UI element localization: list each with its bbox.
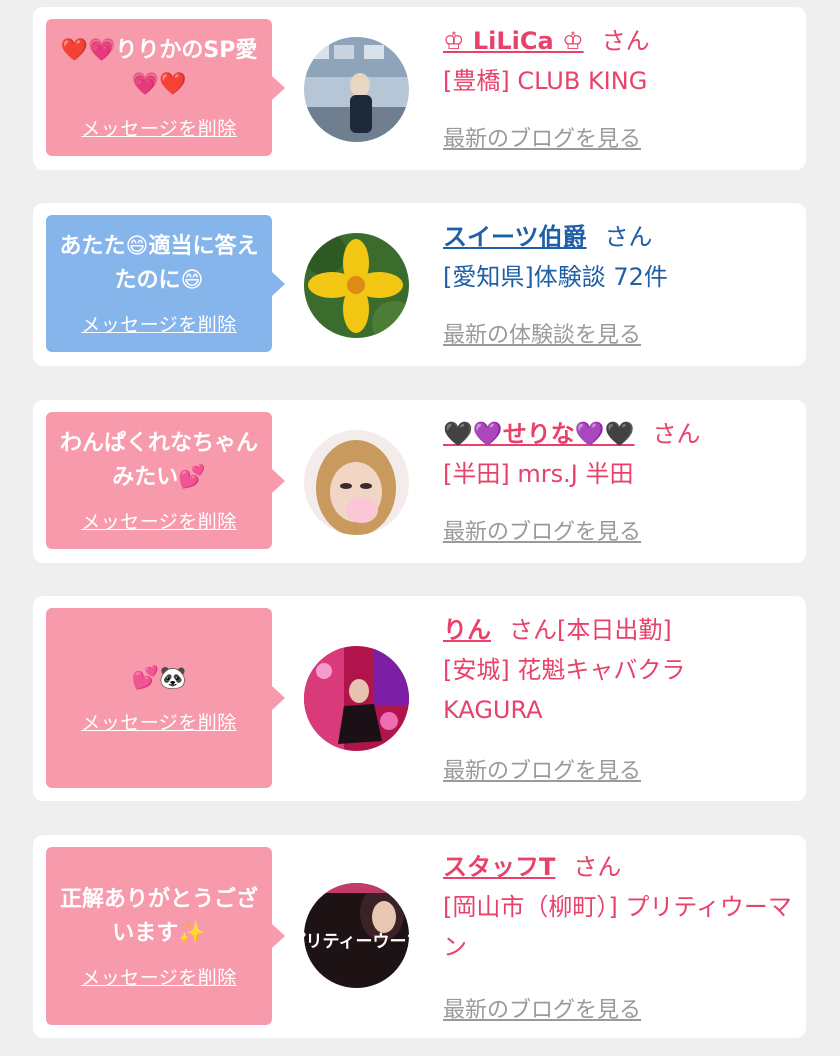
- message-list: ❤️💗りりかのSP愛💗❤️ メッセージを削除 ♔ LiLiCa ♔ さん [豊橋]…: [0, 0, 840, 1056]
- shop-label: [安城] 花魁キャバクラKAGURA: [443, 656, 686, 724]
- latest-blog-link[interactable]: 最新のブログを見る: [443, 753, 641, 785]
- sender-name-link[interactable]: 🖤💜せりな💜🖤: [443, 420, 635, 448]
- avatar[interactable]: [304, 233, 409, 338]
- list-item: あたた😄適当に答えたのに😄 メッセージを削除 スイーツ伯爵 さん [愛知県]体験…: [33, 203, 806, 366]
- sender-info: 🖤💜せりな💜🖤 さん [半田] mrs.J 半田 最新のブログを見る: [443, 414, 798, 554]
- shop-label: [半田] mrs.J 半田: [443, 460, 634, 488]
- avatar-photo: プリティーウーマ: [304, 883, 409, 988]
- avatar-photo: [304, 646, 409, 751]
- sender-info: ♔ LiLiCa ♔ さん [豊橋] CLUB KING 最新のブログを見る: [443, 21, 798, 161]
- message-text: 正解ありがとうございます✨: [59, 886, 258, 946]
- sender-info: りん さん[本日出勤] [安城] 花魁キャバクラKAGURA 最新のブログを見る: [443, 610, 798, 790]
- sender-name-link[interactable]: スタッフT: [443, 853, 555, 881]
- latest-blog-link[interactable]: 最新のブログを見る: [443, 514, 641, 546]
- sender-info: スタッフT さん [岡山市（柳町）] プリティウーマン 最新のブログを見る: [443, 847, 798, 1027]
- latest-review-link[interactable]: 最新の体験談を見る: [443, 317, 641, 349]
- message-text: わんぱくれなちゃんみたい💕: [59, 431, 258, 490]
- honorific: さん: [601, 27, 650, 55]
- avatar-photo: [304, 233, 409, 338]
- message-bubble: 正解ありがとうございます✨ メッセージを削除: [46, 847, 285, 1025]
- delete-message-link[interactable]: メッセージを削除: [81, 310, 237, 337]
- delete-message-link[interactable]: メッセージを削除: [81, 114, 237, 141]
- delete-message-link[interactable]: メッセージを削除: [81, 507, 237, 534]
- sender-name-link[interactable]: スイーツ伯爵: [443, 223, 587, 251]
- list-item: ❤️💗りりかのSP愛💗❤️ メッセージを削除 ♔ LiLiCa ♔ さん [豊橋]…: [33, 7, 806, 170]
- honorific: さん: [652, 420, 701, 448]
- avatar[interactable]: プリティーウーマ: [304, 883, 409, 988]
- status-badge: [本日出勤]: [557, 616, 672, 644]
- sender-name-link[interactable]: りん: [443, 616, 491, 644]
- message-text: 💕🐼: [131, 665, 187, 691]
- list-item: 正解ありがとうございます✨ メッセージを削除 プリティーウーマ スタッフT さん …: [33, 835, 806, 1038]
- delete-message-link[interactable]: メッセージを削除: [81, 963, 237, 990]
- sender-info: スイーツ伯爵 さん [愛知県]体験談 72件 最新の体験談を見る: [443, 217, 798, 357]
- avatar[interactable]: [304, 430, 409, 535]
- shop-label: [愛知県]体験談 72件: [443, 263, 668, 291]
- list-item: わんぱくれなちゃんみたい💕 メッセージを削除 🖤💜せりな💜🖤 さん [半田] mr…: [33, 400, 806, 563]
- latest-blog-link[interactable]: 最新のブログを見る: [443, 121, 641, 153]
- delete-message-link[interactable]: メッセージを削除: [81, 708, 237, 735]
- honorific: さん: [509, 616, 557, 644]
- shop-label: [岡山市（柳町）] プリティウーマン: [443, 893, 792, 961]
- sender-name-link[interactable]: ♔ LiLiCa ♔: [443, 27, 584, 55]
- message-bubble: 💕🐼 メッセージを削除: [46, 608, 285, 788]
- honorific: さん: [573, 853, 622, 881]
- avatar-logo-text: プリティーウーマ: [304, 931, 409, 952]
- avatar[interactable]: [304, 37, 409, 142]
- avatar-photo: [304, 37, 409, 142]
- avatar[interactable]: [304, 646, 409, 751]
- message-bubble: わんぱくれなちゃんみたい💕 メッセージを削除: [46, 412, 285, 549]
- latest-blog-link[interactable]: 最新のブログを見る: [443, 992, 641, 1024]
- message-bubble: あたた😄適当に答えたのに😄 メッセージを削除: [46, 215, 285, 352]
- shop-label: [豊橋] CLUB KING: [443, 67, 648, 95]
- message-bubble: ❤️💗りりかのSP愛💗❤️ メッセージを削除: [46, 19, 285, 156]
- message-text: あたた😄適当に答えたのに😄: [59, 234, 259, 293]
- honorific: さん: [604, 223, 653, 251]
- list-item: 💕🐼 メッセージを削除 りん さん[本日出勤] [安城] 花魁キャバクラKAGUR…: [33, 596, 806, 801]
- message-text: ❤️💗りりかのSP愛💗❤️: [60, 38, 258, 97]
- avatar-photo: [304, 430, 409, 535]
